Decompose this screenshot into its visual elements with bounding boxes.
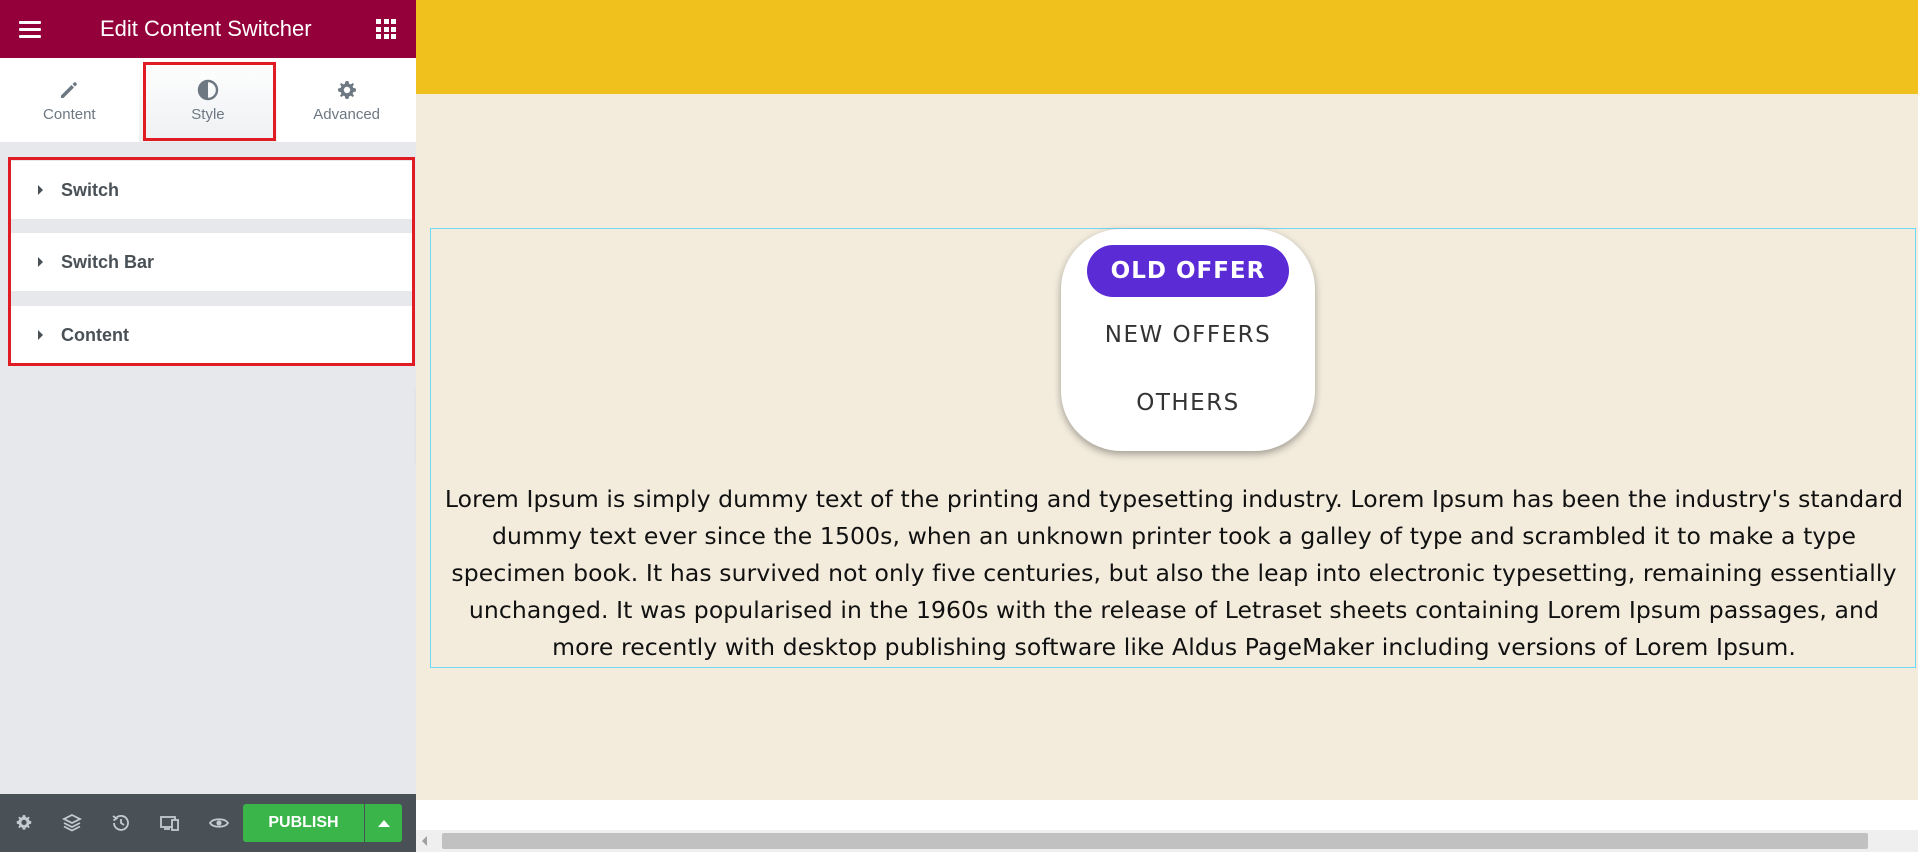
scroll-left-arrow-icon[interactable] xyxy=(422,836,427,846)
content-switcher-toggle: OLD OFFER NEW OFFERS OTHERS xyxy=(1061,229,1315,451)
pencil-icon xyxy=(61,82,78,98)
section-switch-bar[interactable]: Switch Bar xyxy=(11,233,412,291)
scrollbar-thumb[interactable] xyxy=(442,833,1868,849)
preview-eye-icon[interactable] xyxy=(207,811,231,835)
tab-content[interactable]: Content xyxy=(0,58,139,142)
publish-button[interactable]: PUBLISH xyxy=(243,804,364,842)
settings-icon[interactable] xyxy=(12,811,36,835)
tab-advanced[interactable]: Advanced xyxy=(277,58,416,142)
caret-right-icon xyxy=(38,185,43,195)
tab-label: Content xyxy=(43,106,96,123)
panel-footer: PUBLISH xyxy=(0,794,416,852)
footer-strip xyxy=(416,800,1918,830)
tab-style[interactable]: Style xyxy=(138,58,278,142)
section-content[interactable]: Content xyxy=(11,306,412,364)
panel-header: Edit Content Switcher xyxy=(0,0,416,58)
section-label: Switch xyxy=(61,179,120,200)
switch-option-old-offer[interactable]: OLD OFFER xyxy=(1087,245,1289,297)
publish-options-button[interactable] xyxy=(365,804,402,842)
switcher-content-text: Lorem Ipsum is simply dummy text of the … xyxy=(444,485,1904,661)
preview-canvas: OLD OFFER NEW OFFERS OTHERS Lorem Ipsum … xyxy=(416,0,1918,852)
history-icon[interactable] xyxy=(109,811,133,835)
caret-right-icon xyxy=(38,330,43,340)
tab-label: Advanced xyxy=(313,106,380,123)
horizontal-scrollbar[interactable] xyxy=(416,830,1918,852)
widgets-grid-icon[interactable] xyxy=(376,19,396,39)
panel-tabs: Content Style Advanced xyxy=(0,58,416,142)
layers-icon[interactable] xyxy=(60,811,84,835)
header-section-band xyxy=(416,0,1918,94)
caret-right-icon xyxy=(38,257,43,267)
responsive-icon[interactable] xyxy=(158,811,182,835)
gear-icon xyxy=(337,81,356,99)
content-switcher-widget[interactable]: OLD OFFER NEW OFFERS OTHERS Lorem Ipsum … xyxy=(430,228,1916,668)
switch-option-new-offers[interactable]: NEW OFFERS xyxy=(1061,322,1315,348)
editor-panel: Edit Content Switcher Content Style Adva… xyxy=(0,0,416,852)
hamburger-menu-icon[interactable] xyxy=(19,21,41,38)
switch-option-others[interactable]: OTHERS xyxy=(1061,390,1315,416)
section-label: Content xyxy=(61,324,129,345)
panel-title: Edit Content Switcher xyxy=(100,16,312,41)
section-label: Switch Bar xyxy=(61,251,155,272)
caret-up-icon xyxy=(377,819,390,827)
half-circle-icon xyxy=(197,79,219,101)
section-switch[interactable]: Switch xyxy=(11,161,412,219)
tab-label: Style xyxy=(191,106,225,123)
